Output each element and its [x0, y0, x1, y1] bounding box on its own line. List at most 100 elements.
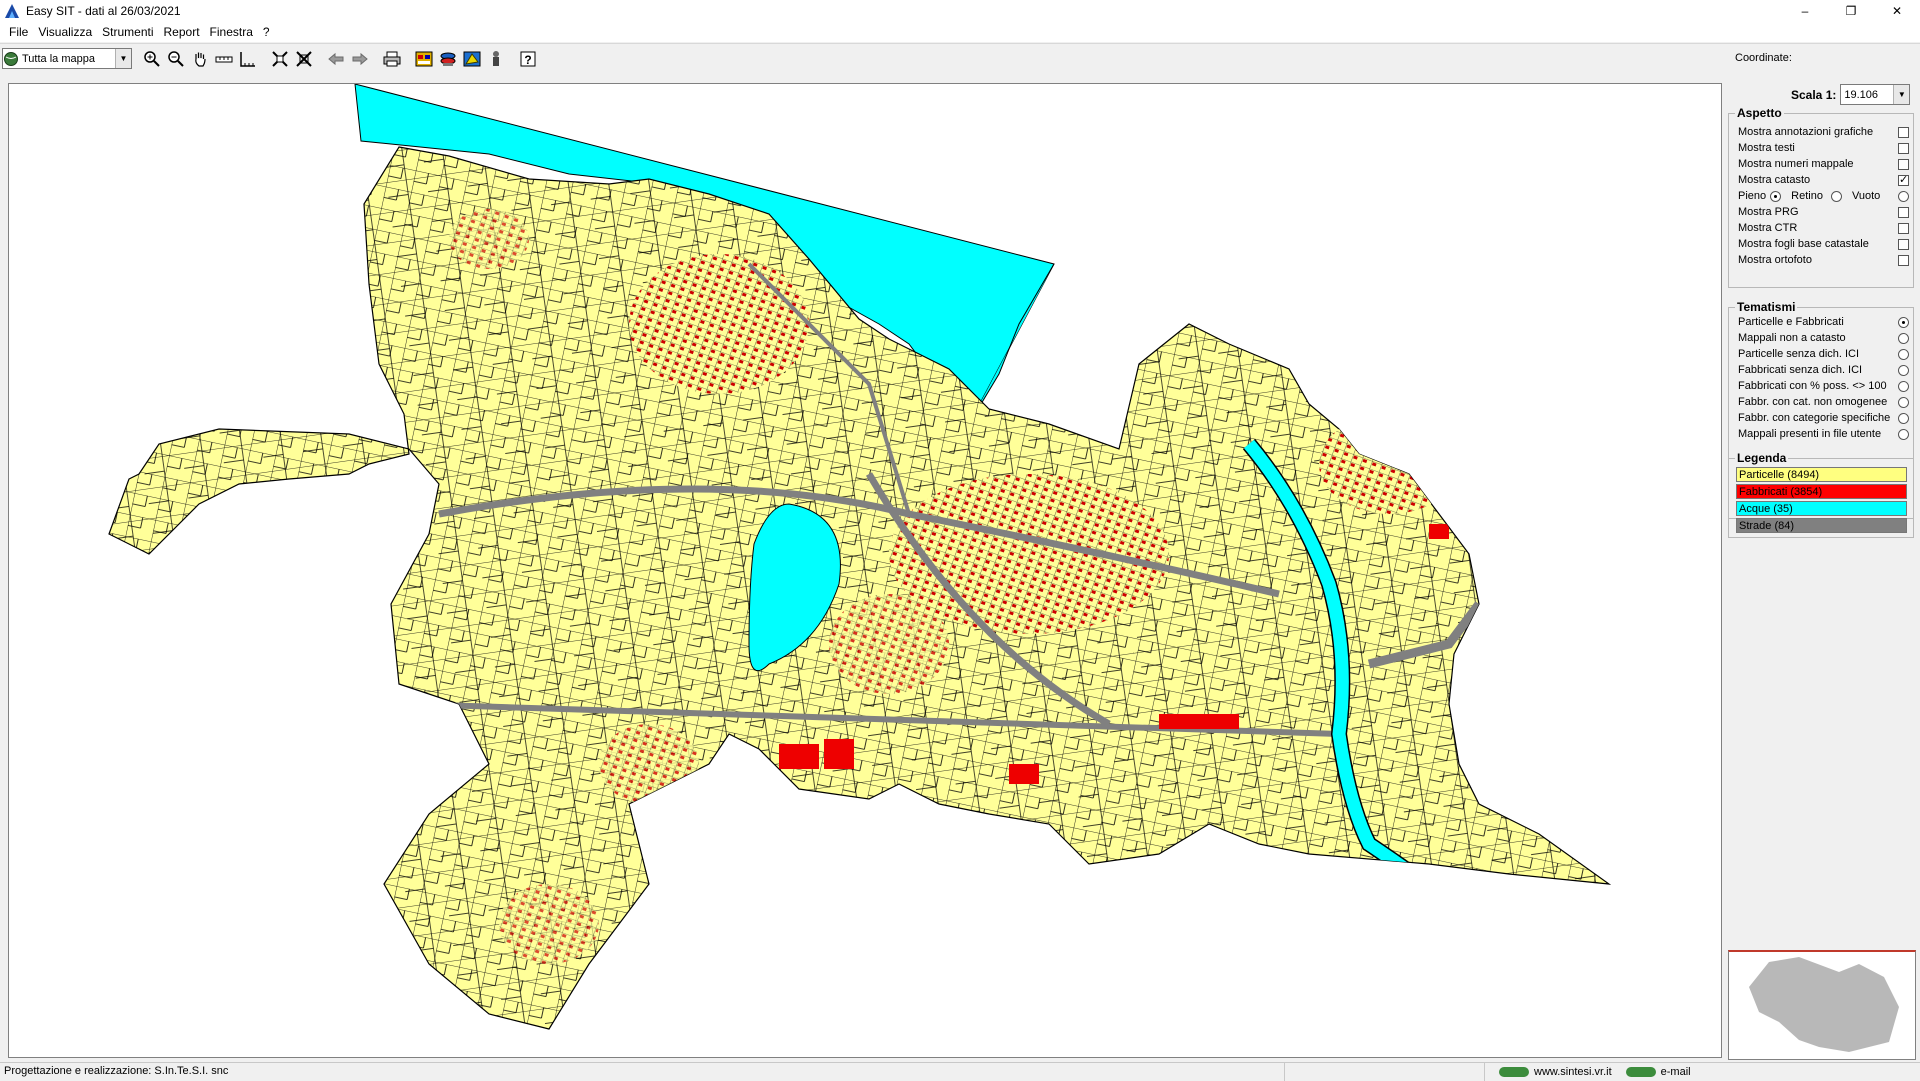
radio[interactable]: [1898, 396, 1909, 408]
identify-button[interactable]: [485, 48, 507, 70]
layers-button[interactable]: [437, 48, 459, 70]
toolbar: Tutta la mappa ▼ ? Coordinate:: [0, 43, 1920, 73]
map-canvas[interactable]: [8, 83, 1722, 1058]
option-mostra-ortofoto[interactable]: Mostra ortofoto: [1738, 252, 1909, 268]
option-label: Particelle senza dich. ICI: [1738, 348, 1860, 360]
radio[interactable]: [1898, 428, 1909, 440]
option-label: Mostra CTR: [1738, 222, 1798, 234]
option-mostra-ctr[interactable]: Mostra CTR: [1738, 220, 1909, 236]
tema-particelle-fabbricati[interactable]: Particelle e Fabbricati: [1738, 314, 1909, 330]
fill-pieno-label: Pieno: [1738, 190, 1767, 202]
ruler-button[interactable]: [237, 48, 259, 70]
radio[interactable]: [1898, 332, 1909, 344]
help-button[interactable]: ?: [517, 48, 539, 70]
legend-fabbricati: Fabbricati (3854): [1736, 484, 1907, 499]
radio-vuoto[interactable]: [1898, 190, 1909, 202]
checkbox[interactable]: [1898, 142, 1909, 154]
hand-icon: [195, 52, 206, 67]
back-button[interactable]: [325, 48, 347, 70]
menu-visualizza[interactable]: Visualizza: [33, 25, 97, 39]
option-label: Mappali non a catasto: [1738, 332, 1846, 344]
email-link[interactable]: e-mail: [1625, 1065, 1691, 1078]
legend-acque: Acque (35): [1736, 501, 1907, 516]
aspetto-group: Aspetto Mostra annotazioni grafiche Most…: [1728, 106, 1914, 288]
option-mostra-prg[interactable]: Mostra PRG: [1738, 204, 1909, 220]
zoom-full-button[interactable]: [293, 48, 315, 70]
measure-icon: [215, 56, 233, 62]
zoom-out-button[interactable]: [165, 48, 187, 70]
radio[interactable]: [1898, 412, 1909, 424]
arrow-left-icon: [328, 52, 344, 65]
measure-button[interactable]: [213, 48, 235, 70]
option-mostra-testi[interactable]: Mostra testi: [1738, 140, 1909, 156]
menu-help[interactable]: ?: [258, 25, 275, 39]
view-select[interactable]: Tutta la mappa ▼: [2, 48, 132, 69]
radio[interactable]: [1898, 380, 1909, 392]
menu-strumenti[interactable]: Strumenti: [97, 25, 158, 39]
option-mostra-catasto[interactable]: Mostra catasto: [1738, 172, 1909, 188]
radio[interactable]: [1898, 348, 1909, 360]
tema-cat-non-omogenee[interactable]: Fabbr. con cat. non omogenee: [1738, 394, 1909, 410]
checkbox[interactable]: [1898, 126, 1909, 138]
view-select-value: Tutta la mappa: [22, 52, 95, 65]
map-icon: [463, 51, 481, 66]
collapse-arrows-icon: [272, 50, 288, 67]
globe-icon: [4, 51, 18, 66]
aspetto-title: Aspetto: [1735, 106, 1784, 120]
radio[interactable]: [1898, 364, 1909, 376]
status-bar: Progettazione e realizzazione: S.In.Te.S…: [0, 1062, 1920, 1081]
menu-bar: File Visualizza Strumenti Report Finestr…: [0, 22, 1920, 42]
zoom-extent-button[interactable]: [269, 48, 291, 70]
minimize-button[interactable]: –: [1782, 0, 1828, 22]
tematismi-title: Tematismi: [1735, 300, 1798, 314]
forward-button[interactable]: [349, 48, 371, 70]
fill-mode-row: Pieno Retino Vuoto: [1738, 188, 1909, 204]
option-label: Fabbr. con cat. non omogenee: [1738, 396, 1888, 408]
checkbox[interactable]: [1898, 158, 1909, 170]
report-icon: [415, 51, 433, 66]
option-mostra-annotazioni[interactable]: Mostra annotazioni grafiche: [1738, 124, 1909, 140]
radio[interactable]: [1898, 316, 1909, 328]
radio-retino[interactable]: [1830, 190, 1842, 202]
checkbox[interactable]: [1898, 238, 1909, 250]
website-link[interactable]: www.sintesi.vr.it: [1499, 1066, 1612, 1078]
close-button[interactable]: ✕: [1874, 0, 1920, 22]
coordinates-label: Coordinate:: [1735, 52, 1792, 64]
tema-categorie-specifiche[interactable]: Fabbr. con categorie specifiche: [1738, 410, 1909, 426]
print-button[interactable]: [381, 48, 403, 70]
globe-icon: [1499, 1066, 1529, 1077]
option-label: Mostra PRG: [1738, 206, 1799, 218]
checkbox[interactable]: [1898, 173, 1909, 186]
side-panel: Scala 1: 19.106 ▼ Aspetto Mostra annotaz…: [1725, 75, 1920, 1060]
scale-select[interactable]: 19.106 ▼: [1840, 84, 1911, 105]
option-mostra-numeri-mappale[interactable]: Mostra numeri mappale: [1738, 156, 1909, 172]
report-button[interactable]: [413, 48, 435, 70]
person-icon: [493, 50, 499, 66]
pan-button[interactable]: [189, 48, 211, 70]
zoom-in-button[interactable]: [141, 48, 163, 70]
radio-pieno[interactable]: [1770, 190, 1782, 202]
chevron-down-icon: ▼: [1893, 85, 1910, 104]
option-label: Particelle e Fabbricati: [1738, 316, 1844, 328]
overview-map[interactable]: [1728, 950, 1916, 1060]
menu-file[interactable]: File: [4, 25, 33, 39]
map-drawing: [108, 84, 1610, 1030]
tema-mappali-non-catasto[interactable]: Mappali non a catasto: [1738, 330, 1909, 346]
option-label: Mostra fogli base catastale: [1738, 238, 1869, 250]
checkbox[interactable]: [1898, 222, 1909, 234]
menu-finestra[interactable]: Finestra: [205, 25, 258, 39]
restore-button[interactable]: ❐: [1828, 0, 1874, 22]
option-mostra-fogli[interactable]: Mostra fogli base catastale: [1738, 236, 1909, 252]
tema-file-utente[interactable]: Mappali presenti in file utente: [1738, 426, 1909, 442]
checkbox[interactable]: [1898, 206, 1909, 218]
checkbox[interactable]: [1898, 254, 1909, 266]
map-info-button[interactable]: [461, 48, 483, 70]
tema-fabbricati-senza-ici[interactable]: Fabbricati senza dich. ICI: [1738, 362, 1909, 378]
window-title: Easy SIT - dati al 26/03/2021: [26, 4, 181, 18]
scale-label: Scala 1:: [1791, 87, 1837, 102]
tema-fabbricati-poss[interactable]: Fabbricati con % poss. <> 100: [1738, 378, 1909, 394]
tema-particelle-senza-ici[interactable]: Particelle senza dich. ICI: [1738, 346, 1909, 362]
email-text: e-mail: [1660, 1065, 1691, 1078]
fill-vuoto-label: Vuoto: [1851, 190, 1881, 202]
menu-report[interactable]: Report: [159, 25, 205, 39]
